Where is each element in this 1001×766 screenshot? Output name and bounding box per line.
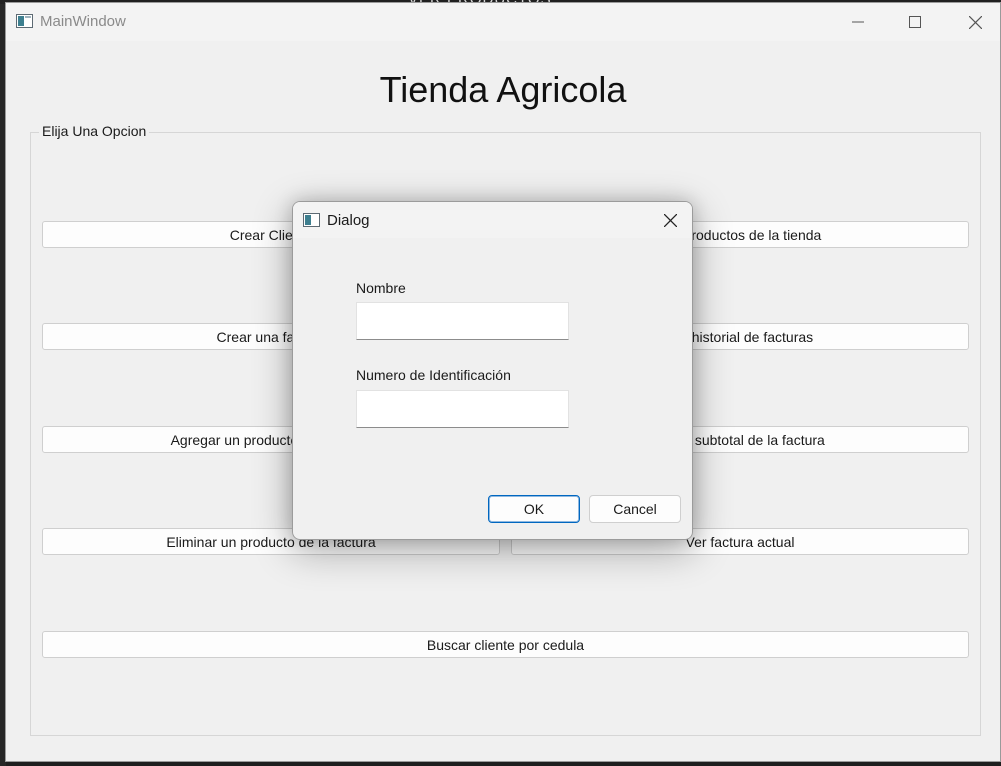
identificacion-input[interactable] — [356, 390, 569, 428]
main-window-title: MainWindow — [40, 13, 126, 30]
app-window-icon — [16, 14, 33, 28]
close-icon — [968, 15, 982, 29]
maximize-icon — [909, 16, 921, 28]
cancel-button[interactable]: Cancel — [589, 495, 681, 523]
close-icon — [663, 213, 677, 227]
minimize-icon — [852, 21, 864, 23]
dialog-window: Dialog Nombre Numero de Identificación O… — [292, 201, 693, 540]
maximize-button[interactable] — [892, 3, 938, 41]
buscar-cliente-button[interactable]: Buscar cliente por cedula — [42, 631, 969, 658]
dialog-titlebar[interactable]: Dialog — [293, 202, 692, 238]
dialog-close-button[interactable] — [652, 202, 688, 238]
dialog-title: Dialog — [327, 212, 370, 229]
identificacion-label: Numero de Identificación — [356, 367, 511, 383]
nombre-label: Nombre — [356, 280, 406, 296]
nombre-input[interactable] — [356, 302, 569, 340]
close-button[interactable] — [952, 3, 998, 41]
groupbox-title: Elija Una Opcion — [39, 123, 150, 139]
main-titlebar[interactable]: MainWindow — [6, 3, 1000, 41]
ok-button[interactable]: OK — [488, 495, 580, 523]
page-title: Tienda Agricola — [379, 69, 627, 110]
minimize-button[interactable] — [835, 3, 881, 41]
dialog-app-icon — [303, 213, 320, 227]
